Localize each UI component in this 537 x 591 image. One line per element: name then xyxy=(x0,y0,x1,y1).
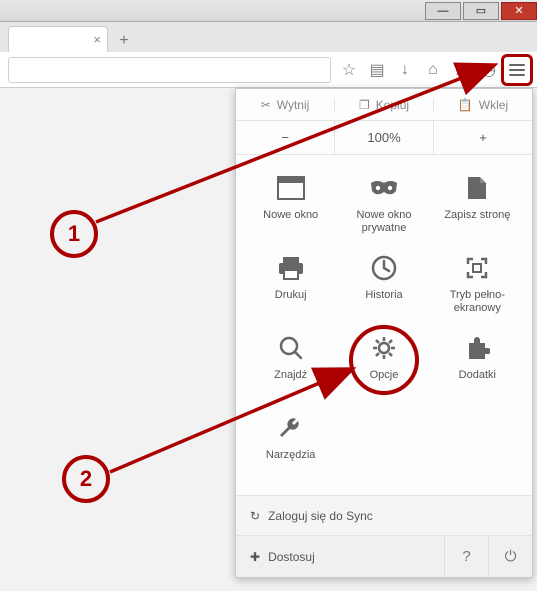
copy-label: Kopiuj xyxy=(376,98,409,112)
menu-find[interactable]: Znajdź xyxy=(244,327,337,407)
scissors-icon: ✂ xyxy=(261,98,271,112)
menu-grid: Nowe okno Nowe okno prywatne Zapisz stro… xyxy=(236,155,532,495)
wrench-icon xyxy=(278,413,304,443)
menu-label: Drukuj xyxy=(275,289,307,302)
customize-label: Dostosuj xyxy=(268,550,315,564)
paste-button[interactable]: 📋 Wklej xyxy=(434,98,532,112)
window-maximize-button[interactable]: ▭ xyxy=(463,2,499,20)
menu-fullscreen[interactable]: Tryb pełno-ekranowy xyxy=(431,247,524,327)
annotation-ring xyxy=(349,325,419,395)
copy-button[interactable]: ❐ Kopiuj xyxy=(335,98,434,112)
window-titlebar: — ▭ ✕ xyxy=(0,0,537,22)
zoom-level: 100% xyxy=(335,121,434,155)
menu-label: Znajdź xyxy=(274,369,307,382)
printer-icon xyxy=(277,253,305,283)
annotation-badge-2: 2 xyxy=(62,455,110,503)
window-close-button[interactable]: ✕ xyxy=(501,2,537,20)
cut-label: Wytnij xyxy=(277,98,310,112)
quit-button[interactable]: ⏻ xyxy=(488,536,532,577)
menu-label: Narzędzia xyxy=(266,449,316,462)
hamburger-menu-button[interactable] xyxy=(503,56,531,84)
menu-history[interactable]: Historia xyxy=(337,247,430,327)
menu-label: Nowe okno xyxy=(263,209,318,222)
clock-icon xyxy=(371,253,397,283)
downloads-icon[interactable]: ↓ xyxy=(391,56,419,84)
url-input[interactable] xyxy=(8,57,331,83)
copy-icon: ❐ xyxy=(359,98,370,112)
menu-label: Zapisz stronę xyxy=(444,209,510,222)
annotation-badge-1: 1 xyxy=(50,210,98,258)
history-icon[interactable]: ◷ xyxy=(475,56,503,84)
menu-label: Tryb pełno-ekranowy xyxy=(433,289,522,315)
search-icon xyxy=(278,333,304,363)
menu-private-window[interactable]: Nowe okno prywatne xyxy=(337,167,430,247)
window-icon xyxy=(277,173,305,203)
reader-icon[interactable]: ▤ xyxy=(363,56,391,84)
tab-strip: × + xyxy=(0,22,537,52)
tab-close-icon[interactable]: × xyxy=(93,32,101,47)
home-icon[interactable]: ⌂ xyxy=(419,56,447,84)
paste-label: Wklej xyxy=(479,98,508,112)
share-icon[interactable]: ➤ xyxy=(447,56,475,84)
customize-button[interactable]: ✚ Dostosuj xyxy=(236,550,444,564)
menu-devtools[interactable]: Narzędzia xyxy=(244,407,337,487)
page-icon xyxy=(466,173,488,203)
paste-icon: 📋 xyxy=(458,98,473,112)
menu-label: Historia xyxy=(365,289,402,302)
sync-icon: ↻ xyxy=(250,509,260,523)
menu-footer: ✚ Dostosuj ? ⏻ xyxy=(236,535,532,577)
menu-print[interactable]: Drukuj xyxy=(244,247,337,327)
menu-addons[interactable]: Dodatki xyxy=(431,327,524,407)
browser-tab[interactable]: × xyxy=(8,26,108,52)
navigation-toolbar: ☆ ▤ ↓ ⌂ ➤ ◷ xyxy=(0,52,537,88)
menu-new-window[interactable]: Nowe okno xyxy=(244,167,337,247)
menu-options[interactable]: Opcje xyxy=(337,327,430,407)
bookmark-star-icon[interactable]: ☆ xyxy=(335,56,363,84)
fullscreen-icon xyxy=(464,253,490,283)
sync-label: Zaloguj się do Sync xyxy=(268,509,373,523)
cut-button[interactable]: ✂ Wytnij xyxy=(236,98,335,112)
window-minimize-button[interactable]: — xyxy=(425,2,461,20)
plus-icon: ✚ xyxy=(250,550,260,564)
menu-label: Nowe okno prywatne xyxy=(339,209,428,235)
zoom-row: − 100% + xyxy=(236,121,532,155)
zoom-out-button[interactable]: − xyxy=(236,121,335,155)
edit-row: ✂ Wytnij ❐ Kopiuj 📋 Wklej xyxy=(236,89,532,121)
new-tab-button[interactable]: + xyxy=(112,30,136,52)
app-menu-panel: ✂ Wytnij ❐ Kopiuj 📋 Wklej − 100% + Nowe … xyxy=(235,88,533,578)
mask-icon xyxy=(369,173,399,203)
zoom-in-button[interactable]: + xyxy=(434,121,532,155)
sync-signin-row[interactable]: ↻ Zaloguj się do Sync xyxy=(236,495,532,535)
menu-save-page[interactable]: Zapisz stronę xyxy=(431,167,524,247)
menu-label: Dodatki xyxy=(459,369,496,382)
puzzle-icon xyxy=(464,333,490,363)
help-button[interactable]: ? xyxy=(444,536,488,577)
